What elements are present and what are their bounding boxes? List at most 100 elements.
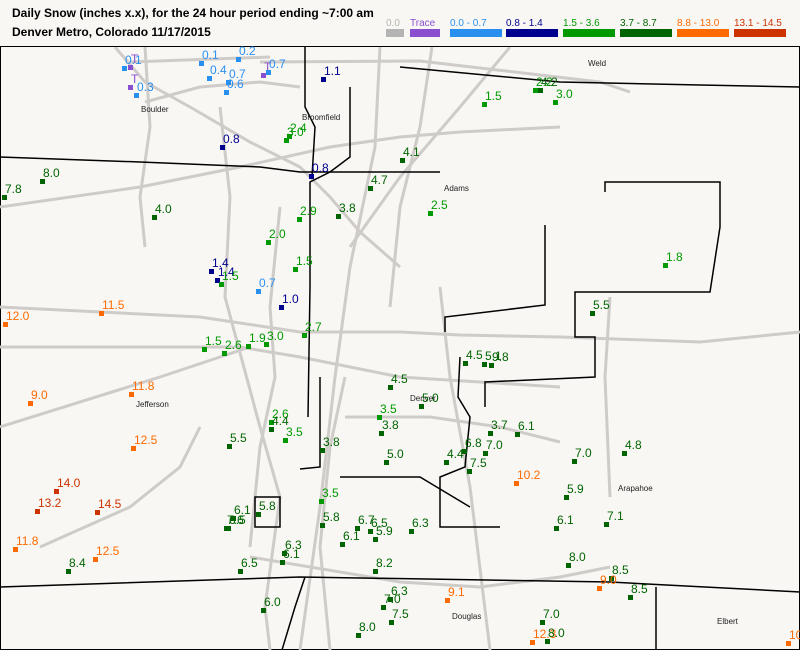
legend-label: 1.5 - 3.6 bbox=[563, 18, 600, 29]
snowfall-value: 1.1 bbox=[324, 64, 341, 78]
map-area: Boulder Broomfield Weld Adams Jefferson Denve… bbox=[0, 44, 800, 650]
legend-swatch bbox=[450, 29, 502, 37]
snowfall-value: 12.5 bbox=[134, 433, 158, 447]
snowfall-value: 4.8 bbox=[625, 438, 642, 452]
snowfall-value: 0.8 bbox=[223, 132, 240, 146]
snowfall-value: 6.3 bbox=[412, 516, 429, 530]
snowfall-value: 0.6 bbox=[227, 77, 244, 91]
road bbox=[248, 206, 282, 548]
snowfall-value: 7.0 bbox=[575, 446, 592, 460]
snowfall-value: 6.5 bbox=[241, 556, 258, 570]
snowfall-value: 0.7 bbox=[259, 276, 276, 290]
snowfall-value: 3.8 bbox=[382, 418, 399, 432]
place-label: Adams bbox=[444, 184, 469, 193]
place-label: Elbert bbox=[717, 617, 738, 626]
snowfall-value: 1.8 bbox=[666, 250, 683, 264]
snowfall-value: 4.5 bbox=[391, 372, 408, 386]
legend-swatch bbox=[386, 29, 404, 37]
place-label: Broomfield bbox=[302, 113, 341, 122]
snowfall-value: 1.0 bbox=[282, 292, 299, 306]
place-label: Weld bbox=[588, 59, 607, 68]
legend-label: 8.8 - 13.0 bbox=[677, 18, 720, 29]
snowfall-value: 9.0 bbox=[600, 573, 617, 587]
snowfall-value: 5.8 bbox=[259, 499, 276, 513]
snowfall-value: 7.0 bbox=[384, 592, 401, 606]
snowfall-value: 5.9 bbox=[376, 524, 393, 538]
snowfall-value: 10 bbox=[789, 628, 800, 642]
snowfall-value: 11.8 bbox=[16, 534, 39, 548]
snowfall-value: 4.1 bbox=[403, 145, 420, 159]
road bbox=[249, 555, 611, 589]
snowfall-value: 1.5 bbox=[485, 89, 502, 103]
snowfall-value: 6.1 bbox=[518, 419, 535, 433]
county-boundary bbox=[340, 476, 471, 508]
snowfall-value: 0.3 bbox=[137, 80, 154, 94]
snowfall-value: 4.5 bbox=[466, 348, 483, 362]
snowfall-value: 8.0 bbox=[43, 166, 60, 180]
snowfall-value: 4.0 bbox=[155, 202, 172, 216]
snowfall-value: 5.5 bbox=[593, 298, 610, 312]
header: Daily Snow (inches x.x), for the 24 hour… bbox=[0, 0, 800, 47]
snowfall-value: 1.5 bbox=[222, 269, 239, 283]
snowfall-value: 8.2 bbox=[376, 556, 393, 570]
legend-swatch bbox=[734, 29, 786, 37]
snowfall-value: 5.8 bbox=[323, 510, 340, 524]
snowfall-value: 4.4 bbox=[447, 447, 464, 461]
snowfall-value: 6.1 bbox=[283, 547, 300, 561]
road bbox=[259, 59, 631, 94]
snowfall-value: 0.1 bbox=[202, 48, 219, 62]
snowfall-value: 3.5 bbox=[286, 425, 303, 439]
snowfall-value: 11.5 bbox=[102, 298, 125, 312]
snowfall-value: 3.5 bbox=[380, 402, 397, 416]
place-label: Jefferson bbox=[136, 400, 169, 409]
place-label: Douglas bbox=[452, 612, 482, 621]
snowfall-value: 13.2 bbox=[38, 496, 62, 510]
snowfall-value: 7.0 bbox=[486, 438, 503, 452]
snowfall-value: 1.5 bbox=[296, 254, 313, 268]
legend-label: 0.0 bbox=[386, 18, 400, 29]
snowfall-value: 0.8 bbox=[312, 161, 329, 175]
snowfall-value: 3.8 bbox=[339, 201, 356, 215]
county-boundary bbox=[484, 181, 721, 407]
snowfall-value: 3.0 bbox=[556, 87, 573, 101]
county-boundary bbox=[399, 66, 800, 88]
legend-label: 13.1 - 14.5 bbox=[734, 18, 782, 29]
legend-swatch bbox=[410, 29, 440, 37]
snowfall-value: 5.0 bbox=[387, 447, 404, 461]
legend-swatch bbox=[506, 29, 558, 37]
snowfall-value: 0.4 bbox=[210, 63, 227, 77]
map-title: Daily Snow (inches x.x), for the 24 hour… bbox=[12, 6, 374, 20]
county-boundary bbox=[304, 47, 316, 178]
snowfall-value: 2.9 bbox=[300, 204, 317, 218]
snowfall-value: 9.0 bbox=[31, 388, 48, 402]
snowfall-value: 3.0 bbox=[287, 125, 304, 139]
snowfall-value: 2.5 bbox=[431, 198, 448, 212]
snowfall-value: T bbox=[131, 52, 139, 66]
snowfall-value: 7.8 bbox=[5, 182, 22, 196]
snowfall-value: 3.7 bbox=[491, 418, 508, 432]
snowfall-value: 0.7 bbox=[269, 57, 286, 71]
county-boundary bbox=[444, 225, 546, 332]
snowfall-value: 5.5 bbox=[230, 431, 247, 445]
snowfall-value: 3.8 bbox=[323, 435, 340, 449]
snowfall-value: 6.0 bbox=[264, 595, 281, 609]
snowfall-value: 14.5 bbox=[98, 497, 122, 511]
snowfall-value: 5.9 bbox=[567, 482, 584, 496]
snowfall-value: 7.5 bbox=[470, 456, 487, 470]
snowfall-value: 3.0 bbox=[267, 329, 284, 343]
legend-label: 3.7 - 8.7 bbox=[620, 18, 657, 29]
legend-label: 0.0 - 0.7 bbox=[450, 18, 487, 29]
snowfall-value: 7.1 bbox=[607, 509, 624, 523]
road bbox=[603, 296, 612, 498]
snowfall-value: 0.2 bbox=[239, 44, 256, 58]
map-lines bbox=[0, 47, 800, 650]
snowfall-value: 6.1 bbox=[343, 529, 360, 543]
snowfall-value: 6.8 bbox=[465, 436, 482, 450]
snowfall-value: 8.4 bbox=[69, 556, 86, 570]
snowfall-value: 12.5 bbox=[96, 544, 120, 558]
snowfall-value: 9.8 bbox=[492, 350, 509, 364]
county-boundary bbox=[299, 377, 321, 470]
snowfall-value: 8.0 bbox=[569, 550, 586, 564]
snowfall-value: 12.0 bbox=[6, 309, 30, 323]
snowfall-value: 11.8 bbox=[132, 379, 155, 393]
